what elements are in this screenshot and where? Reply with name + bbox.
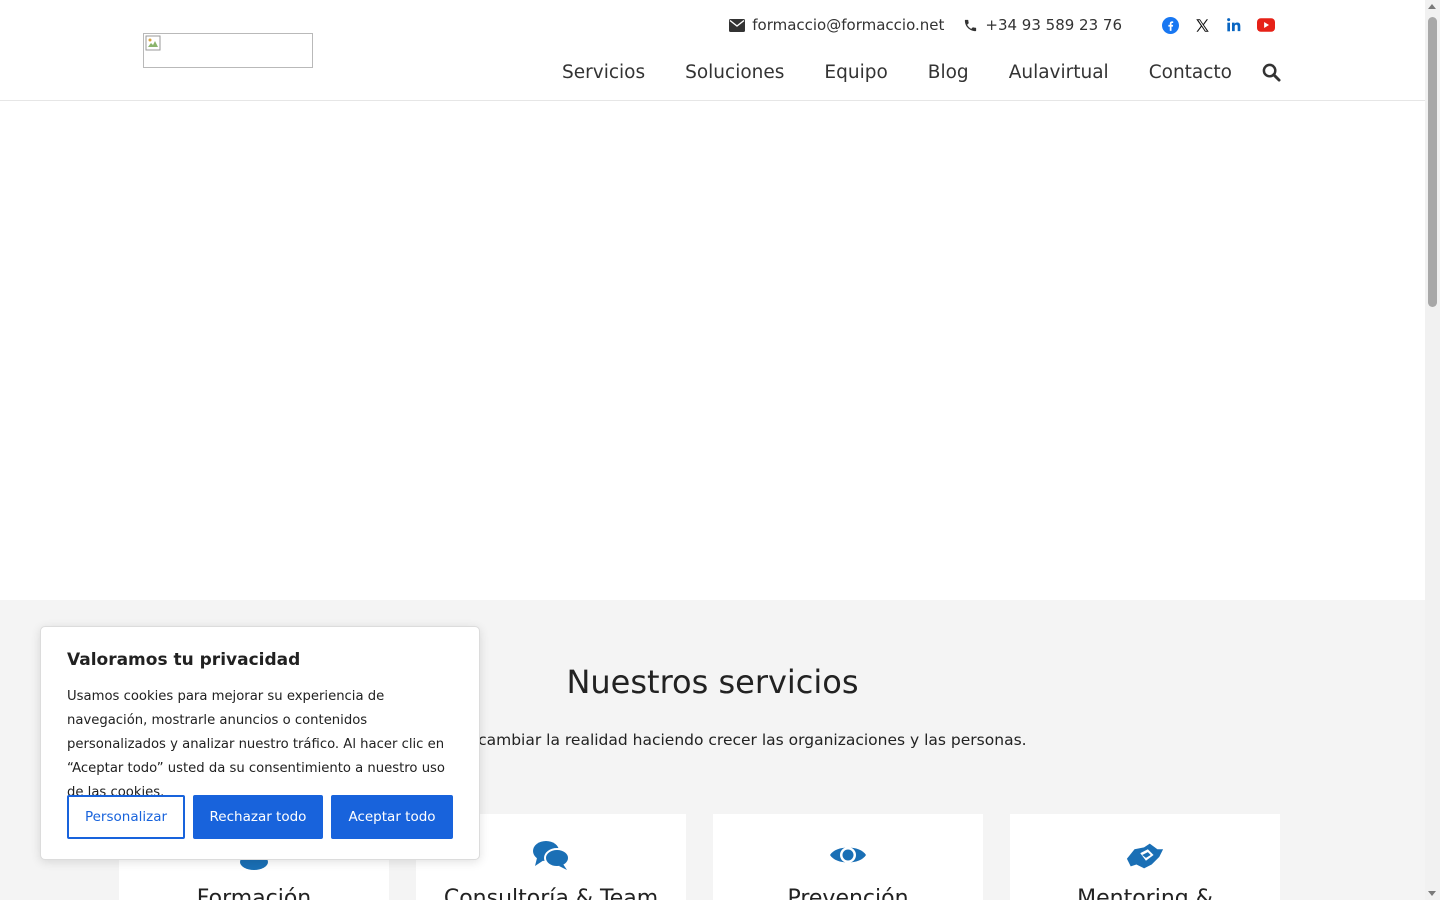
x-link[interactable] [1193, 16, 1211, 34]
contact-topbar: formaccio@formaccio.net +34 93 589 23 76 [729, 14, 1275, 36]
linkedin-icon [1227, 18, 1241, 32]
accept-all-button[interactable]: Aceptar todo [331, 795, 453, 839]
scroll-up-arrow-icon[interactable] [1428, 4, 1436, 9]
email-link[interactable]: formaccio@formaccio.net [729, 16, 944, 34]
cookie-title: Valoramos tu privacidad [67, 650, 301, 670]
service-card-title: Consultoría & Team [443, 886, 659, 900]
search-button[interactable] [1262, 63, 1282, 83]
youtube-link[interactable] [1257, 16, 1275, 34]
cookie-text: Usamos cookies para mejorar su experienc… [67, 689, 445, 800]
cookie-consent-dialog: Valoramos tu privacidad Usamos cookies p… [40, 626, 480, 860]
service-card-title: Mentoring & [1077, 886, 1213, 900]
x-icon [1195, 18, 1209, 32]
envelope-icon [729, 18, 746, 32]
nav-item-contacto[interactable]: Contacto [1149, 62, 1232, 83]
scrollbar-thumb[interactable] [1428, 17, 1437, 307]
nav-item-blog[interactable]: Blog [928, 62, 969, 83]
hero-section [0, 101, 1425, 600]
cookie-buttons: Personalizar Rechazar todo Aceptar todo [67, 795, 453, 839]
phone-link[interactable]: +34 93 589 23 76 [963, 16, 1122, 34]
customize-button[interactable]: Personalizar [67, 795, 185, 839]
page-scrollbar[interactable] [1425, 0, 1440, 900]
nav-item-servicios[interactable]: Servicios [562, 62, 645, 83]
reject-all-button[interactable]: Rechazar todo [193, 795, 323, 839]
nav-item-aulavirtual[interactable]: Aulavirtual [1009, 62, 1109, 83]
scroll-down-arrow-icon[interactable] [1428, 891, 1436, 896]
facebook-link[interactable] [1161, 16, 1179, 34]
site-header: formaccio@formaccio.net +34 93 589 23 76 [0, 0, 1425, 101]
phone-text: +34 93 589 23 76 [985, 16, 1122, 34]
comments-icon [531, 838, 571, 872]
nav-item-soluciones[interactable]: Soluciones [685, 62, 784, 83]
page-viewport: formaccio@formaccio.net +34 93 589 23 76 [0, 0, 1425, 900]
phone-icon [965, 19, 977, 31]
facebook-icon [1161, 16, 1179, 34]
handshake-icon [1125, 838, 1165, 872]
linkedin-link[interactable] [1225, 16, 1243, 34]
nav-item-equipo[interactable]: Equipo [824, 62, 887, 83]
site-logo[interactable] [143, 33, 313, 68]
service-card-title: Prevención [787, 886, 909, 900]
service-card-prevencion[interactable]: Prevención [713, 814, 983, 900]
email-text: formaccio@formaccio.net [752, 16, 945, 34]
social-links [1147, 16, 1275, 34]
search-icon [1262, 63, 1281, 82]
service-card-mentoring[interactable]: Mentoring & [1010, 814, 1280, 900]
service-card-title: Formación [196, 886, 312, 900]
main-nav: Servicios Soluciones Equipo Blog Aulavir… [522, 62, 1232, 83]
eye-icon [828, 838, 868, 872]
youtube-icon [1257, 18, 1275, 32]
broken-image-icon [145, 35, 161, 51]
